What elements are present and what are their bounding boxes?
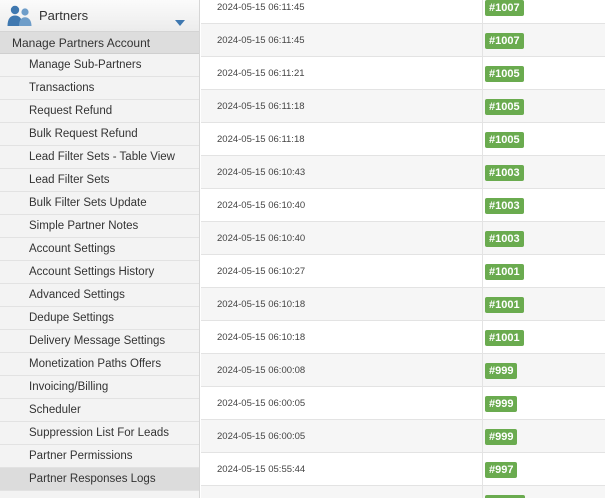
- table-row: 2024-05-15 06:00:05 #999: [201, 387, 605, 420]
- column-divider: [482, 189, 483, 222]
- sidebar-item-request-refund[interactable]: Request Refund: [0, 100, 199, 123]
- lead-id-badge[interactable]: #997: [485, 462, 518, 478]
- log-datetime: 2024-05-15 06:00:05: [217, 398, 306, 409]
- lead-id-badge[interactable]: #1005: [485, 99, 524, 115]
- log-datetime: 2024-05-15 06:10:40: [217, 233, 306, 244]
- sidebar-item-bulk-filter-sets-update[interactable]: Bulk Filter Sets Update: [0, 192, 199, 215]
- lead-id-badge[interactable]: #1007: [485, 33, 524, 49]
- column-divider: [482, 156, 483, 189]
- table-row: 2024-05-15 06:10:18 #1001: [201, 288, 605, 321]
- column-divider: [482, 90, 483, 123]
- log-datetime: 2024-05-15 06:10:43: [217, 167, 306, 178]
- log-datetime: 2024-05-15 06:00:05: [217, 431, 306, 442]
- table-row: 2024-05-15 06:00:08 #999: [201, 354, 605, 387]
- table-row: 2024-05-15 06:11:18 #1005: [201, 90, 605, 123]
- users-icon: [6, 4, 34, 28]
- column-divider: [482, 486, 483, 498]
- column-divider: [482, 57, 483, 90]
- partners-menu-header[interactable]: Partners: [0, 0, 199, 32]
- sidebar-item-delivery-message-settings[interactable]: Delivery Message Settings: [0, 330, 199, 353]
- log-datetime: 2024-05-15 05:55:44: [217, 464, 306, 475]
- sidebar: Partners Manage Partners Account Manage …: [0, 0, 200, 498]
- sidebar-item-suppression-list-for-leads[interactable]: Suppression List For Leads: [0, 422, 199, 445]
- column-divider: [482, 354, 483, 387]
- responses-log-table: 2024-05-15 06:11:45 #1007 2024-05-15 06:11…: [201, 0, 605, 498]
- lead-id-badge[interactable]: #1007: [485, 0, 524, 16]
- log-datetime: 2024-05-15 06:10:27: [217, 266, 306, 277]
- lead-id-badge[interactable]: #999: [485, 396, 518, 412]
- column-divider: [482, 0, 483, 24]
- lead-id-badge[interactable]: #999: [485, 429, 518, 445]
- sidebar-item-monetization-paths-offers[interactable]: Monetization Paths Offers: [0, 353, 199, 376]
- table-row: 2024-05-15 06:11:21 #1005: [201, 57, 605, 90]
- sidebar-item-transactions[interactable]: Transactions: [0, 77, 199, 100]
- column-divider: [482, 288, 483, 321]
- lead-id-badge[interactable]: #1003: [485, 198, 524, 214]
- log-datetime: 2024-05-15 06:11:18: [217, 101, 305, 112]
- sidebar-item-invoicing-billing[interactable]: Invoicing/Billing: [0, 376, 199, 399]
- lead-id-badge[interactable]: #1003: [485, 231, 524, 247]
- table-row: 2024-05-15 06:11:45 #1007: [201, 24, 605, 57]
- lead-id-badge[interactable]: #1005: [485, 66, 524, 82]
- table-row: 2024-05-15 06:10:18 #1001: [201, 321, 605, 354]
- log-datetime: 2024-05-15 06:11:21: [217, 68, 305, 79]
- sidebar-item-partner-responses-logs[interactable]: Partner Responses Logs: [0, 468, 199, 491]
- log-datetime: 2024-05-15 06:11:18: [217, 134, 305, 145]
- lead-id-badge[interactable]: #999: [485, 363, 518, 379]
- table-row: 2024-05-15 06:11:45 #1007: [201, 0, 605, 24]
- sidebar-nav: Manage Sub-Partners Transactions Request R…: [0, 54, 199, 491]
- sidebar-item-lead-filter-sets[interactable]: Lead Filter Sets: [0, 169, 199, 192]
- sidebar-item-scheduler[interactable]: Scheduler: [0, 399, 199, 422]
- sidebar-item-account-settings-history[interactable]: Account Settings History: [0, 261, 199, 284]
- column-divider: [482, 24, 483, 57]
- table-row: 2024-05-15 06:00:05 #999: [201, 420, 605, 453]
- sidebar-item-dedupe-settings[interactable]: Dedupe Settings: [0, 307, 199, 330]
- column-divider: [482, 453, 483, 486]
- log-datetime: 2024-05-15 06:11:45: [217, 2, 305, 13]
- table-row: 2024-05-15 06:10:43 #1003: [201, 156, 605, 189]
- table-row: 2024-05-15 05:55:44 #997: [201, 453, 605, 486]
- sidebar-item-lead-filter-sets-table-view[interactable]: Lead Filter Sets - Table View: [0, 146, 199, 169]
- lead-id-badge[interactable]: #1005: [485, 132, 524, 148]
- table-row: 2024-05-15 06:11:18 #1005: [201, 123, 605, 156]
- column-divider: [482, 255, 483, 288]
- column-divider: [482, 222, 483, 255]
- sidebar-item-manage-sub-partners[interactable]: Manage Sub-Partners: [0, 54, 199, 77]
- column-divider: [482, 123, 483, 156]
- lead-id-badge[interactable]: #1001: [485, 330, 524, 346]
- sidebar-item-partner-permissions[interactable]: Partner Permissions: [0, 445, 199, 468]
- sidebar-item-account-settings[interactable]: Account Settings: [0, 238, 199, 261]
- table-row: 2024-05-15 06:10:40 #1003: [201, 189, 605, 222]
- sidebar-section-manage-partners-account[interactable]: Manage Partners Account: [0, 32, 199, 54]
- lead-id-badge[interactable]: #1003: [485, 165, 524, 181]
- lead-id-badge[interactable]: #1001: [485, 297, 524, 313]
- log-datetime: 2024-05-15 06:11:45: [217, 35, 305, 46]
- table-row-partial: [201, 486, 605, 498]
- log-datetime: 2024-05-15 06:10:18: [217, 332, 306, 343]
- sidebar-item-bulk-request-refund[interactable]: Bulk Request Refund: [0, 123, 199, 146]
- table-row: 2024-05-15 06:10:27 #1001: [201, 255, 605, 288]
- sidebar-title: Partners: [39, 8, 89, 23]
- chevron-down-icon[interactable]: [175, 13, 185, 26]
- sidebar-item-advanced-settings[interactable]: Advanced Settings: [0, 284, 199, 307]
- log-datetime: 2024-05-15 06:10:40: [217, 200, 306, 211]
- column-divider: [482, 321, 483, 354]
- column-divider: [482, 387, 483, 420]
- log-datetime: 2024-05-15 06:00:08: [217, 365, 306, 376]
- lead-id-badge[interactable]: #1001: [485, 264, 524, 280]
- table-row: 2024-05-15 06:10:40 #1003: [201, 222, 605, 255]
- sidebar-item-simple-partner-notes[interactable]: Simple Partner Notes: [0, 215, 199, 238]
- column-divider: [482, 420, 483, 453]
- log-datetime: 2024-05-15 06:10:18: [217, 299, 306, 310]
